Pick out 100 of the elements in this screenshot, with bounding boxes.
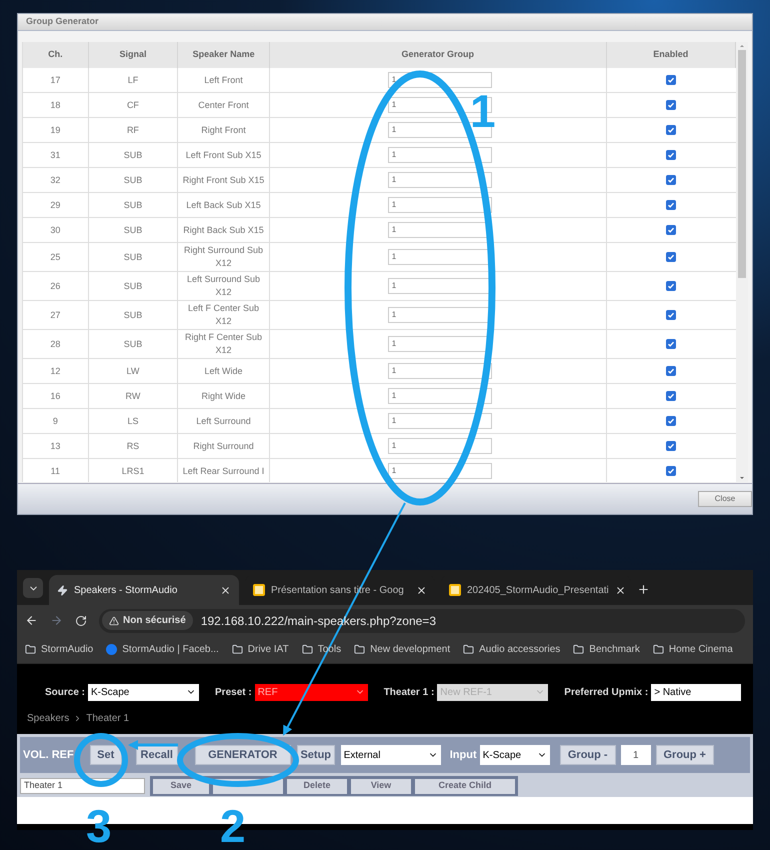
highlight-ellipse (74, 733, 128, 787)
table-cell: Right F Center Sub X12 (178, 330, 270, 358)
table-cell: Right Front Sub X15 (178, 168, 270, 192)
dropdown[interactable]: K-Scape (88, 684, 200, 700)
checkbox[interactable] (666, 100, 676, 110)
group-input[interactable]: 1 (388, 413, 492, 429)
checkbox[interactable] (666, 225, 676, 235)
bookmark[interactable]: New development (354, 642, 450, 657)
selector-label: Theater 1 : (384, 686, 434, 700)
dropdown[interactable]: External (340, 745, 441, 765)
tab-list-button[interactable] (23, 578, 43, 598)
bookmark[interactable]: Drive IAT (232, 642, 289, 657)
folder-icon (232, 644, 243, 655)
close-icon[interactable] (220, 584, 231, 596)
table-cell: SUB (88, 243, 178, 271)
group-input[interactable]: 1 (388, 172, 492, 188)
input-label: Input (450, 748, 475, 763)
vol-ref-label: VOL. REF (23, 748, 74, 763)
folder-icon (573, 644, 584, 655)
table-cell: Right Front (178, 118, 270, 142)
table-cell: Right Surround Sub X12 (178, 243, 270, 271)
checkbox[interactable] (666, 125, 676, 135)
table-cell: SUB (88, 168, 178, 192)
new-tab-icon[interactable] (637, 583, 650, 596)
table-cell: 31 (23, 143, 89, 167)
checkbox[interactable] (666, 200, 676, 210)
checkbox[interactable] (666, 310, 676, 320)
checkbox[interactable] (666, 75, 676, 85)
bookmark[interactable]: StormAudio (25, 642, 94, 657)
group-input[interactable]: 1 (388, 388, 492, 404)
checkbox[interactable] (666, 366, 676, 376)
checkbox[interactable] (666, 252, 676, 262)
scroll-up-icon[interactable] (739, 42, 746, 50)
table-cell: Right Wide (178, 384, 270, 408)
dropdown[interactable]: K-Scape (480, 745, 550, 765)
preset-button[interactable]: Create Child (415, 778, 515, 794)
slides-icon (253, 584, 265, 596)
group-input[interactable]: 1 (388, 363, 492, 379)
checkbox[interactable] (666, 281, 676, 291)
table-cell: 32 (23, 168, 89, 192)
table-cell: RF (88, 118, 178, 142)
table-cell: RW (88, 384, 178, 408)
preset-button[interactable]: Delete (287, 778, 347, 794)
checkbox[interactable] (666, 150, 676, 160)
group-input[interactable]: 1 (388, 438, 492, 454)
bookmark[interactable]: Audio accessories (463, 642, 560, 657)
table-cell: 25 (23, 243, 89, 271)
bookmark[interactable]: StormAudio | Faceb... (106, 642, 219, 657)
group-input[interactable]: 1 (388, 147, 492, 163)
bookmark[interactable]: Benchmark (573, 642, 640, 657)
back-icon[interactable] (25, 614, 38, 627)
table-cell: SUB (88, 301, 178, 329)
reload-icon[interactable] (75, 614, 87, 626)
table-cell: 16 (23, 384, 89, 408)
checkbox[interactable] (666, 339, 676, 349)
selector-label: Source : (45, 686, 86, 700)
table-cell: CF (88, 93, 178, 117)
close-button[interactable]: Close (698, 491, 752, 507)
toolbar-button[interactable]: GENERATOR (194, 745, 291, 765)
toolbar-button[interactable]: Setup (296, 745, 335, 765)
table-cell: 19 (23, 118, 89, 142)
folder-icon (463, 644, 474, 655)
preset-button[interactable]: View (351, 778, 411, 794)
folder-icon (302, 644, 313, 655)
group-input[interactable]: 1 (388, 197, 492, 213)
selector-label: Preset : (215, 686, 252, 700)
table-cell: Center Front (178, 93, 270, 117)
toolbar-button[interactable]: Group - (560, 745, 616, 765)
group-field[interactable]: 1 (620, 745, 651, 765)
column-header: Generator Group (270, 42, 607, 68)
browser-tab[interactable]: Speakers - StormAudio (49, 575, 239, 605)
table-cell: 28 (23, 330, 89, 358)
table-cell: Right Surround (178, 434, 270, 458)
checkbox[interactable] (666, 175, 676, 185)
close-icon[interactable] (416, 584, 427, 596)
security-chip[interactable]: Non sécurisé (102, 611, 193, 630)
table-cell: SUB (88, 330, 178, 358)
toolbar-button[interactable]: Group + (656, 745, 714, 765)
table-cell: Left Surround Sub X12 (178, 272, 270, 300)
toolbar-button[interactable]: Set (90, 745, 122, 765)
checkbox[interactable] (666, 416, 676, 426)
table-cell: 9 (23, 409, 89, 433)
group-input[interactable]: 1 (388, 463, 492, 479)
checkbox[interactable] (666, 391, 676, 401)
scroll-down-icon[interactable] (739, 474, 746, 482)
table-cell: 26 (23, 272, 89, 300)
checkbox[interactable] (666, 441, 676, 451)
breadcrumb-link[interactable]: Speakers (27, 710, 70, 726)
table-cell: SUB (88, 193, 178, 217)
upmix-field[interactable]: > Native (651, 684, 742, 700)
close-icon[interactable] (614, 584, 626, 596)
table-cell: 17 (23, 68, 89, 92)
preset-button[interactable]: Save (153, 778, 209, 794)
forward-icon[interactable] (50, 614, 63, 627)
table-cell: 27 (23, 301, 89, 329)
column-header: Ch. (23, 42, 89, 68)
bookmark[interactable]: Home Cinema (652, 642, 733, 657)
checkbox[interactable] (666, 466, 676, 476)
scrollbar[interactable] (736, 42, 748, 482)
table-cell: Left Wide (178, 359, 270, 383)
